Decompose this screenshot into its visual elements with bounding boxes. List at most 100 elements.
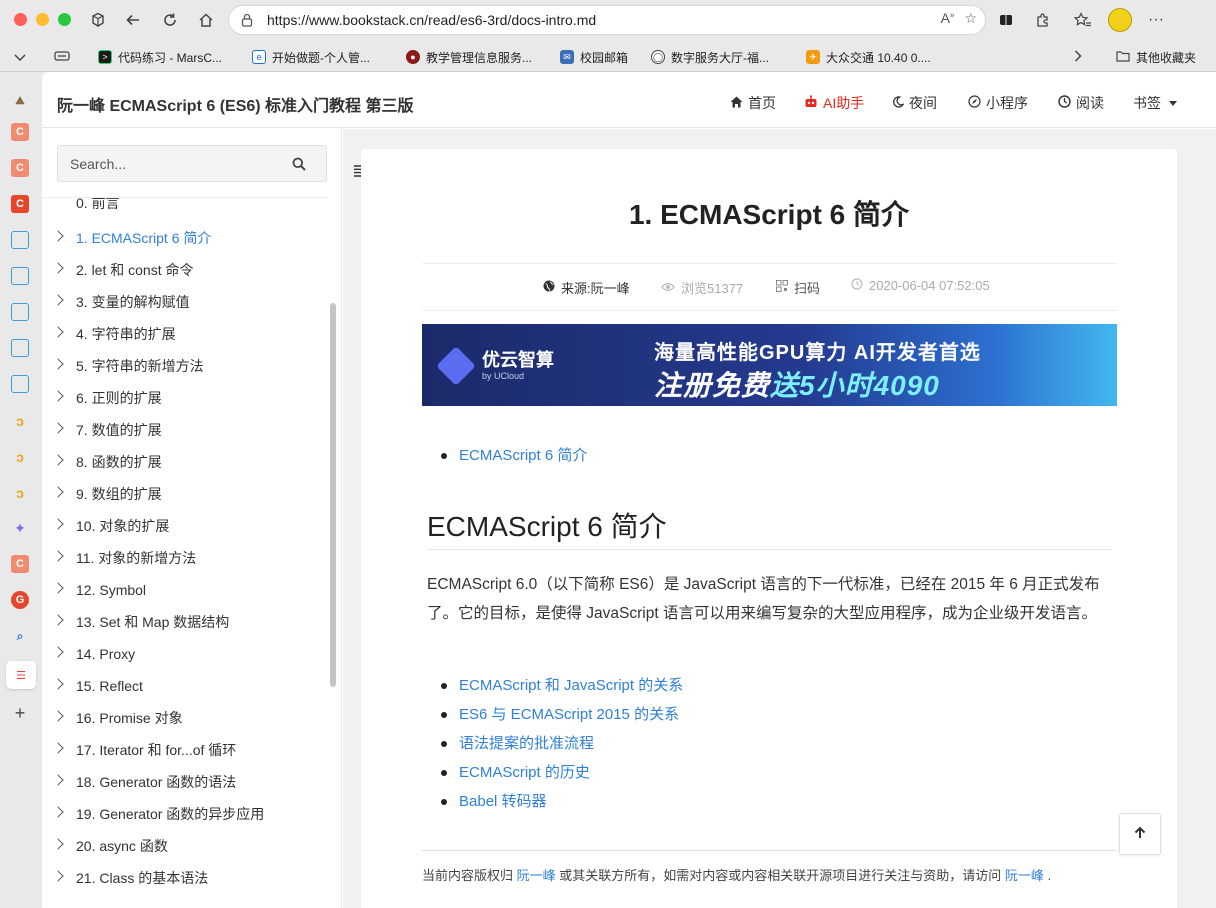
- profile-avatar[interactable]: [1108, 8, 1132, 32]
- chevron-right-icon[interactable]: [52, 806, 64, 818]
- tab-c-icon[interactable]: C: [11, 123, 29, 141]
- tab-leetcode-icon[interactable]: ↄ: [11, 484, 29, 502]
- toc-link[interactable]: ECMAScript 6 简介: [441, 445, 587, 474]
- bookmark-item[interactable]: ✈ 大众交通 10.40 0....: [806, 47, 931, 67]
- home-icon[interactable]: [194, 8, 218, 32]
- bookmark-item[interactable]: ◯ 数字服务大厅-福...: [651, 47, 769, 67]
- tab-bilibili-icon[interactable]: [11, 375, 29, 393]
- reading-list-icon[interactable]: [50, 44, 74, 68]
- tab-g-icon[interactable]: G: [11, 591, 29, 609]
- tab-favicon-icon[interactable]: ✦: [11, 519, 29, 537]
- tab-actions-icon[interactable]: [86, 8, 110, 32]
- read-aloud-icon[interactable]: A»: [941, 10, 955, 27]
- toc-item-active[interactable]: 1. ECMAScript 6 简介: [42, 222, 328, 254]
- chevron-right-icon[interactable]: [52, 230, 64, 242]
- tab-favicon-icon[interactable]: ⛰: [11, 92, 29, 110]
- section-link[interactable]: 语法提案的批准流程: [441, 733, 683, 762]
- chevron-right-icon[interactable]: [52, 518, 64, 530]
- bookmark-item[interactable]: e 开始做题-个人管...: [252, 47, 370, 67]
- favorites-icon[interactable]: [1071, 8, 1095, 32]
- toc-item[interactable]: 14. Proxy: [42, 638, 328, 670]
- search-input[interactable]: [58, 146, 278, 181]
- chevron-right-icon[interactable]: [52, 262, 64, 274]
- bookmark-item[interactable]: > 代码练习 - MarsC...: [98, 47, 222, 67]
- nav-mini-program[interactable]: 小程序: [968, 93, 1028, 113]
- toc-item[interactable]: 11. 对象的新增方法: [42, 542, 328, 574]
- chevron-right-icon[interactable]: [52, 742, 64, 754]
- reload-icon[interactable]: [158, 8, 182, 32]
- nav-ai-assistant[interactable]: AI助手: [804, 93, 864, 113]
- section-link[interactable]: Babel 转码器: [441, 791, 683, 820]
- tab-c-icon[interactable]: C: [11, 555, 29, 573]
- chevron-right-icon[interactable]: [52, 646, 64, 658]
- chevron-right-icon[interactable]: [52, 454, 64, 466]
- favorite-star-icon[interactable]: ☆: [964, 10, 977, 27]
- search-icon[interactable]: [292, 157, 306, 171]
- toc-item[interactable]: 10. 对象的扩展: [42, 510, 328, 542]
- bookmark-item[interactable]: ✉ 校园邮箱: [560, 47, 628, 67]
- nav-home[interactable]: 首页: [730, 93, 776, 113]
- toc-item[interactable]: 4. 字符串的扩展: [42, 318, 328, 350]
- chevron-down-icon[interactable]: [8, 46, 32, 70]
- chevron-right-icon[interactable]: [52, 614, 64, 626]
- site-title[interactable]: 阮一峰 ECMAScript 6 (ES6) 标准入门教程 第三版: [57, 92, 413, 116]
- section-link[interactable]: ECMAScript 的历史: [441, 762, 683, 791]
- toc-item[interactable]: 16. Promise 对象: [42, 702, 328, 734]
- toc-item[interactable]: 0. 前言: [42, 198, 328, 219]
- nav-read[interactable]: 阅读: [1058, 93, 1104, 113]
- author-link[interactable]: 阮一峰: [517, 868, 556, 883]
- tab-search-icon[interactable]: ⌕: [11, 627, 29, 645]
- toc-item[interactable]: 5. 字符串的新增方法: [42, 350, 328, 382]
- author-link[interactable]: 阮一峰: [1005, 868, 1044, 883]
- more-options-icon[interactable]: ···: [1144, 8, 1168, 32]
- toc-item[interactable]: 18. Generator 函数的语法: [42, 766, 328, 798]
- toc-item[interactable]: 17. Iterator 和 for...of 循环: [42, 734, 328, 766]
- section-link[interactable]: ES6 与 ECMAScript 2015 的关系: [441, 704, 683, 733]
- chevron-right-icon[interactable]: [52, 422, 64, 434]
- tab-c-icon[interactable]: C: [11, 195, 29, 213]
- other-bookmarks-folder[interactable]: 其他收藏夹: [1116, 47, 1196, 67]
- chevron-right-icon[interactable]: [52, 582, 64, 594]
- chevron-right-icon[interactable]: [52, 710, 64, 722]
- ad-banner[interactable]: 优云智算 by UCloud 海量高性能GPU算力 AI开发者首选 注册免费送5…: [422, 324, 1117, 406]
- meta-scan[interactable]: 扫码: [776, 278, 820, 297]
- toc-item[interactable]: 20. async 函数: [42, 830, 328, 862]
- nav-night-mode[interactable]: 夜间: [892, 93, 937, 113]
- tab-bilibili-icon[interactable]: [11, 231, 29, 249]
- close-window-button[interactable]: [14, 13, 27, 26]
- toc-item[interactable]: 7. 数值的扩展: [42, 414, 328, 446]
- split-screen-icon[interactable]: [994, 8, 1018, 32]
- lock-icon[interactable]: [239, 12, 255, 28]
- chevron-right-icon[interactable]: [52, 390, 64, 402]
- toc-item[interactable]: 21. Class 的基本语法: [42, 862, 328, 894]
- tab-leetcode-icon[interactable]: ↄ: [11, 412, 29, 430]
- nav-bookmark-dropdown[interactable]: 书签: [1133, 93, 1177, 113]
- chevron-right-icon[interactable]: [52, 870, 64, 882]
- back-arrow-icon[interactable]: [121, 8, 145, 32]
- chevron-right-icon[interactable]: [52, 550, 64, 562]
- chevron-right-icon[interactable]: [52, 486, 64, 498]
- toc-item[interactable]: 19. Generator 函数的异步应用: [42, 798, 328, 830]
- sidebar-scrollbar[interactable]: [330, 303, 336, 687]
- toc-item[interactable]: 15. Reflect: [42, 670, 328, 702]
- back-to-top-button[interactable]: [1119, 813, 1161, 855]
- tab-bookstack-icon-active[interactable]: ☰: [6, 661, 36, 689]
- minimize-window-button[interactable]: [36, 13, 49, 26]
- chevron-right-icon[interactable]: [52, 326, 64, 338]
- tab-bilibili-icon[interactable]: [11, 339, 29, 357]
- toc-item[interactable]: 9. 数组的扩展: [42, 478, 328, 510]
- tab-c-icon[interactable]: C: [11, 159, 29, 177]
- new-tab-plus-icon[interactable]: +: [11, 703, 29, 723]
- toc-item[interactable]: 8. 函数的扩展: [42, 446, 328, 478]
- chevron-right-icon[interactable]: [52, 678, 64, 690]
- chevron-right-icon[interactable]: [52, 358, 64, 370]
- chevron-right-icon[interactable]: [1066, 44, 1090, 68]
- zoom-window-button[interactable]: [58, 13, 71, 26]
- url-text[interactable]: https://www.bookstack.cn/read/es6-3rd/do…: [267, 12, 596, 28]
- toc-item[interactable]: 2. let 和 const 命令: [42, 254, 328, 286]
- toc-item[interactable]: 6. 正则的扩展: [42, 382, 328, 414]
- tab-bilibili-icon[interactable]: [11, 267, 29, 285]
- toc-item[interactable]: 12. Symbol: [42, 574, 328, 606]
- chevron-right-icon[interactable]: [52, 838, 64, 850]
- tab-bilibili-icon[interactable]: [11, 303, 29, 321]
